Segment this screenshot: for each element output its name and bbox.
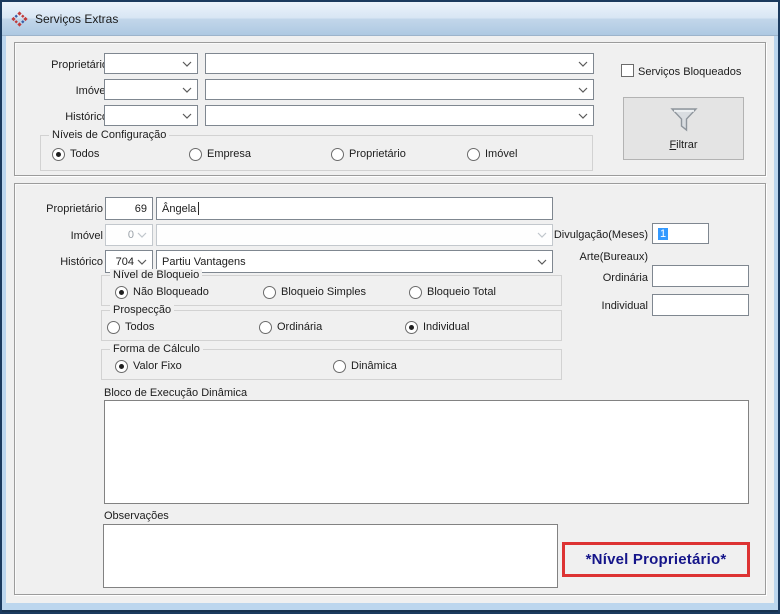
nivel-bloqueio-group: Nível de Bloqueio Não Bloqueado Bloqueio… <box>101 269 562 306</box>
chevron-down-icon <box>578 87 588 93</box>
chevron-down-icon <box>137 259 147 265</box>
nivel-bloqueio-title: Nível de Bloqueio <box>110 269 203 282</box>
radio-bloqueio-total[interactable]: Bloqueio Total <box>409 285 496 299</box>
servicos-extras-window: Serviços Extras ✕ Proprietário Imóvel Hi… <box>0 0 780 614</box>
filtrar-button[interactable]: Filtrar <box>623 97 744 160</box>
filter-panel: Proprietário Imóvel Histórico Níveis de … <box>14 42 766 176</box>
radio-prospeccao-todos[interactable]: Todos <box>107 320 154 334</box>
proprietario-name-field[interactable]: Ângela <box>156 197 553 220</box>
filter-historico-label: Histórico <box>65 111 108 123</box>
radio-icon <box>115 359 128 373</box>
radio-icon <box>409 285 422 299</box>
imovel-name-combo <box>156 224 553 246</box>
chevron-down-icon <box>578 61 588 67</box>
bloco-execucao-textarea[interactable] <box>104 400 749 504</box>
radio-proprietario[interactable]: Proprietário <box>331 147 406 161</box>
filter-imovel-name-combo[interactable] <box>205 79 594 100</box>
ordinaria-field[interactable] <box>652 265 749 287</box>
radio-prospeccao-ordinaria[interactable]: Ordinária <box>259 320 322 334</box>
observacoes-textarea[interactable] <box>103 524 558 588</box>
proprietario-label: Proprietário <box>46 203 103 215</box>
radio-imovel[interactable]: Imóvel <box>467 147 517 161</box>
radio-bloqueio-simples[interactable]: Bloqueio Simples <box>263 285 366 299</box>
titlebar[interactable]: Serviços Extras <box>2 2 778 36</box>
radio-icon <box>405 320 418 334</box>
window-title: Serviços Extras <box>35 11 119 26</box>
radio-icon <box>107 320 120 334</box>
servicos-bloqueados-label: Serviços Bloqueados <box>638 66 742 78</box>
radio-icon <box>259 320 272 334</box>
radio-valor-fixo[interactable]: Valor Fixo <box>115 359 182 373</box>
selected-text: 1 <box>658 227 669 240</box>
text-cursor <box>198 202 200 215</box>
radio-icon <box>333 359 346 373</box>
radio-empresa[interactable]: Empresa <box>189 147 251 161</box>
radio-dinamica[interactable]: Dinâmica <box>333 359 397 373</box>
arte-bureaux-label: Arte(Bureaux) <box>579 251 648 263</box>
imovel-label: Imóvel <box>70 230 103 242</box>
niveis-configuracao-title: Níveis de Configuração <box>49 129 170 142</box>
prospeccao-title: Prospecção <box>110 304 175 317</box>
divulgacao-field[interactable]: 1 <box>652 223 709 244</box>
radio-icon <box>467 147 480 161</box>
forma-calculo-group: Forma de Cálculo Valor Fixo Dinâmica <box>101 343 562 380</box>
chevron-down-icon <box>137 232 147 238</box>
imovel-code-combo: 0 <box>105 224 153 246</box>
app-icon <box>11 10 28 27</box>
filter-proprietario-code-combo[interactable] <box>104 53 198 74</box>
window-border-bottom <box>2 603 778 612</box>
radio-todos[interactable]: Todos <box>52 147 99 161</box>
filter-imovel-label: Imóvel <box>75 85 108 97</box>
radio-icon <box>189 147 202 161</box>
nivel-proprietario-banner: *Nível Proprietário* <box>562 542 750 577</box>
chevron-down-icon <box>182 113 192 119</box>
radio-nao-bloqueado[interactable]: Não Bloqueado <box>115 285 209 299</box>
prospeccao-group: Prospecção Todos Ordinária Individual <box>101 304 562 341</box>
divulgacao-label: Divulgação(Meses) <box>553 229 648 241</box>
proprietario-code-field[interactable]: 69 <box>105 197 153 220</box>
bloco-execucao-label: Bloco de Execução Dinâmica <box>104 387 248 399</box>
chevron-down-icon <box>182 61 192 67</box>
filter-proprietario-name-combo[interactable] <box>205 53 594 74</box>
window-border-left <box>2 2 6 612</box>
detail-panel: Proprietário 69 Ângela Imóvel 0 Históric… <box>14 183 766 595</box>
observacoes-label: Observações <box>104 510 169 522</box>
window-border-right <box>774 2 778 612</box>
chevron-down-icon <box>578 113 588 119</box>
niveis-configuracao-group: Níveis de Configuração Todos Empresa Pro… <box>40 129 593 171</box>
individual-field[interactable] <box>652 294 749 316</box>
radio-icon <box>52 147 65 161</box>
filter-funnel-icon <box>669 107 698 131</box>
servicos-bloqueados-checkbox[interactable] <box>621 64 634 77</box>
filter-proprietario-label: Proprietário <box>51 59 108 71</box>
historico-label: Histórico <box>60 256 103 268</box>
filter-historico-name-combo[interactable] <box>205 105 594 126</box>
radio-icon <box>263 285 276 299</box>
forma-calculo-title: Forma de Cálculo <box>110 343 203 356</box>
chevron-down-icon <box>182 87 192 93</box>
historico-name-combo[interactable]: Partiu Vantagens <box>156 250 553 273</box>
filter-historico-code-combo[interactable] <box>104 105 198 126</box>
filtrar-button-label: Filtrar <box>669 138 698 151</box>
filter-imovel-code-combo[interactable] <box>104 79 198 100</box>
radio-icon <box>115 285 128 299</box>
radio-icon <box>331 147 344 161</box>
radio-prospeccao-individual[interactable]: Individual <box>405 320 469 334</box>
